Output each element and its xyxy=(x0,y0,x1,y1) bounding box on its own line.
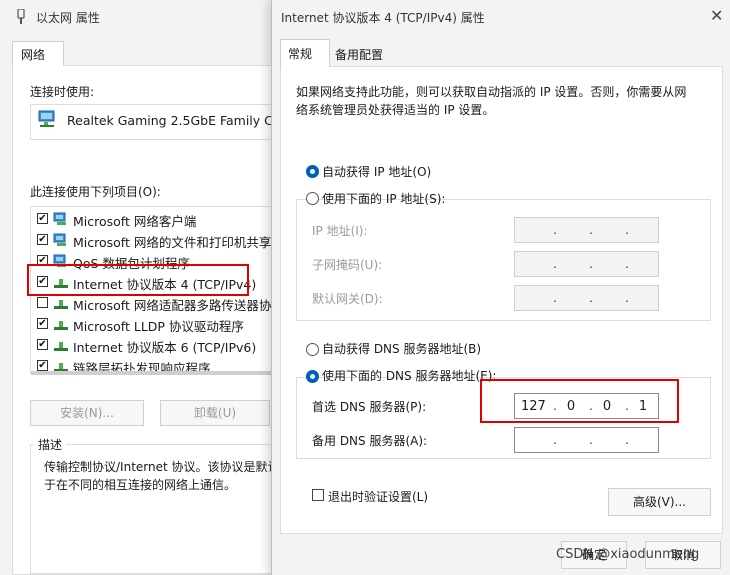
list-item[interactable]: ✔ Microsoft 网络客户端 xyxy=(31,209,274,230)
ethernet-window-title: 以太网 属性 xyxy=(36,11,100,25)
preferred-dns-label: 首选 DNS 服务器(P): xyxy=(312,400,427,414)
adapter-name: Realtek Gaming 2.5GbE Family Controller xyxy=(67,113,272,128)
octet-separator: . xyxy=(589,433,593,447)
item-checkbox[interactable]: ✔ xyxy=(37,339,48,350)
octet-separator: . xyxy=(625,291,629,305)
manual-ip-label[interactable]: 使用下面的 IP 地址(S): xyxy=(322,190,445,207)
auto-dns-label[interactable]: 自动获得 DNS 服务器地址(B) xyxy=(322,340,481,357)
watermark-text: CSDN @xiaodunmeng xyxy=(556,547,700,562)
install-button[interactable]: 安装(N)... xyxy=(30,400,144,426)
octet-separator: . xyxy=(553,291,557,305)
octet-separator: . xyxy=(589,223,593,237)
item-label: Microsoft LLDP 协议驱动程序 xyxy=(73,319,244,334)
manual-ip-radio[interactable] xyxy=(306,192,319,205)
tab-general[interactable]: 常规 xyxy=(280,39,330,67)
octet-separator: . xyxy=(589,257,593,271)
protocol-icon xyxy=(54,300,68,309)
list-horizontal-scrollbar[interactable] xyxy=(31,371,271,375)
item-label: Microsoft 网络客户端 xyxy=(73,214,197,229)
file-share-icon xyxy=(53,233,66,246)
validate-on-exit-label[interactable]: 退出时验证设置(L) xyxy=(328,488,428,505)
octet-separator: . xyxy=(625,433,629,447)
alternate-dns-field[interactable]: . . . xyxy=(514,427,659,453)
ipv4-window-title: Internet 协议版本 4 (TCP/IPv4) 属性 xyxy=(281,11,485,25)
advanced-button[interactable]: 高级(V)... xyxy=(608,488,711,516)
auto-ip-radio[interactable] xyxy=(306,165,319,178)
item-label: Microsoft 网络适配器多路传送器协议 xyxy=(73,298,275,313)
description-text: 传输控制协议/Internet 协议。该协议是默认 于在不同的相互连接的网络上通… xyxy=(44,458,276,498)
list-item[interactable]: ✔ Microsoft LLDP 协议驱动程序 xyxy=(31,314,274,335)
item-checkbox[interactable]: ✔ xyxy=(37,234,48,245)
dns-highlight-box xyxy=(480,379,679,423)
subnet-mask-field[interactable]: . . . xyxy=(514,251,659,277)
subnet-mask-label: 子网掩码(U): xyxy=(312,258,383,272)
list-item[interactable]: Microsoft 网络适配器多路传送器协议 xyxy=(31,293,275,314)
default-gateway-field[interactable]: . . . xyxy=(514,285,659,311)
octet-separator: . xyxy=(589,291,593,305)
items-list-label: 此连接使用下列项目(O): xyxy=(30,185,161,199)
auto-dns-radio[interactable] xyxy=(306,343,319,356)
tab-alternate-configuration[interactable]: 备用配置 xyxy=(335,46,383,63)
manual-dns-radio[interactable] xyxy=(306,370,319,383)
ip-address-field[interactable]: . . . xyxy=(514,217,659,243)
list-item[interactable]: ✔ Microsoft 网络的文件和打印机共享 xyxy=(31,230,274,251)
list-item[interactable]: ✔ Internet 协议版本 6 (TCP/IPv6) xyxy=(31,335,274,356)
protocol-icon xyxy=(54,342,68,351)
manual-dns-label[interactable]: 使用下面的 DNS 服务器地址(E): xyxy=(322,367,496,384)
description-line: 传输控制协议/Internet 协议。该协议是默认 xyxy=(44,460,276,474)
octet-separator: . xyxy=(553,257,557,271)
ipv4-item-highlight-box xyxy=(27,264,249,296)
description-label: 描述 xyxy=(34,436,67,453)
item-checkbox[interactable] xyxy=(37,297,48,308)
octet-separator: . xyxy=(625,257,629,271)
octet-separator: . xyxy=(625,223,629,237)
default-gateway-label: 默认网关(D): xyxy=(312,292,383,306)
network-client-icon xyxy=(53,212,66,225)
ipv4-intro-text: 如果网络支持此功能，则可以获取自动指派的 IP 设置。否则，你需要从网络系统管理… xyxy=(296,85,687,117)
auto-ip-label[interactable]: 自动获得 IP 地址(O) xyxy=(322,163,431,180)
protocol-icon xyxy=(54,321,68,330)
octet-separator: . xyxy=(553,433,557,447)
description-line: 于在不同的相互连接的网络上通信。 xyxy=(44,478,237,492)
alternate-dns-label: 备用 DNS 服务器(A): xyxy=(312,434,428,448)
validate-on-exit-checkbox[interactable] xyxy=(312,489,324,501)
close-icon[interactable]: ✕ xyxy=(710,6,723,25)
item-checkbox[interactable]: ✔ xyxy=(37,318,48,329)
network-adapter-icon xyxy=(38,110,55,127)
item-checkbox[interactable]: ✔ xyxy=(37,213,48,224)
octet-separator: . xyxy=(553,223,557,237)
network-window-icon xyxy=(17,9,25,24)
connect-using-label: 连接时使用: xyxy=(30,85,95,99)
ip-address-label: IP 地址(I): xyxy=(312,224,368,238)
item-checkbox[interactable]: ✔ xyxy=(37,360,48,371)
tab-network[interactable]: 网络 xyxy=(12,41,64,66)
item-label: Microsoft 网络的文件和打印机共享 xyxy=(73,235,272,250)
item-label: Internet 协议版本 6 (TCP/IPv6) xyxy=(73,340,257,355)
uninstall-button[interactable]: 卸载(U) xyxy=(160,400,270,426)
